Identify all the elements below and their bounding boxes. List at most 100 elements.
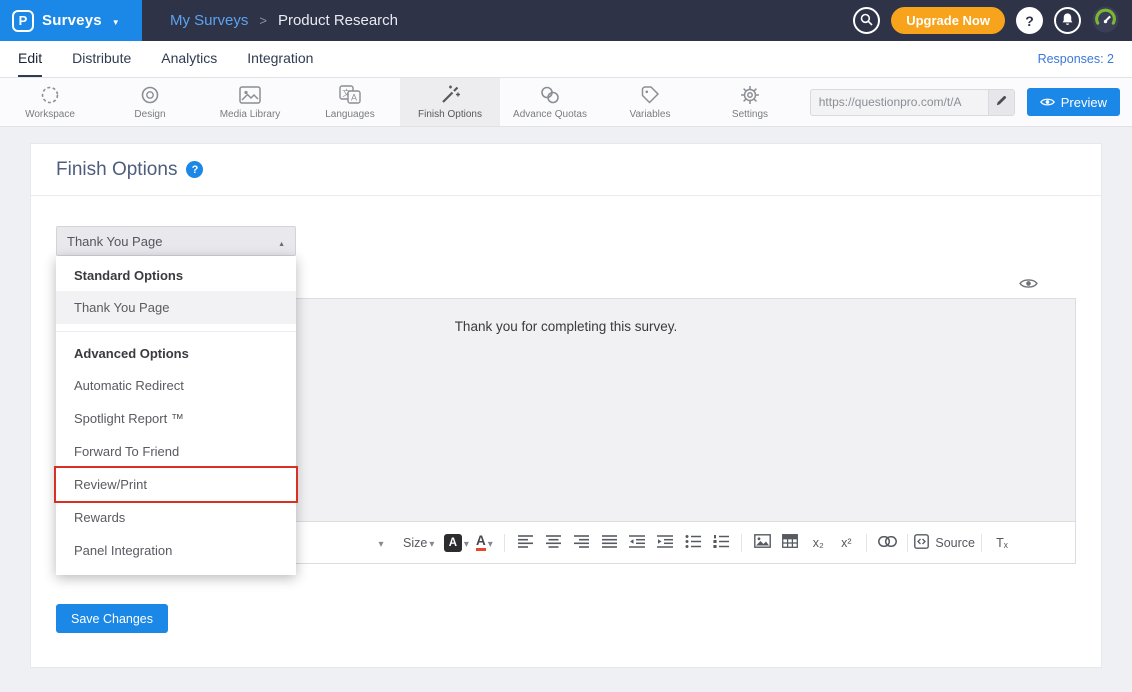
toolbar-separator [504,534,505,552]
notifications-button[interactable] [1054,7,1081,34]
image-icon [754,534,771,551]
menu-item-forward-to-friend[interactable]: Forward To Friend [56,435,296,468]
numbered-list-icon [713,535,729,551]
align-left-icon [518,535,533,551]
tab-edit[interactable]: Edit [18,41,42,77]
menu-item-automatic-redirect[interactable]: Automatic Redirect [56,369,296,402]
usage-meter-button[interactable] [1092,7,1119,34]
breadcrumb: My Surveys > Product Research [170,12,398,29]
card-header: Finish Options ? [31,144,1101,196]
survey-url-area: https://questionpro.com/t/A [810,89,1015,116]
numbered-list-button[interactable] [707,530,735,556]
chevron-down-icon [429,535,434,550]
breadcrumb-my-surveys[interactable]: My Surveys [170,12,248,29]
font-size-dropdown[interactable]: Size [403,530,434,556]
superscript-button[interactable]: x² [832,530,860,556]
align-right-icon [574,535,589,551]
toolbar-item-languages[interactable]: 文A Languages [300,78,400,126]
search-icon [860,13,873,29]
content-area: Finish Options ? Thank You Page Standard… [0,127,1132,692]
page-title: Finish Options [56,159,177,181]
finish-options-card: Finish Options ? Thank You Page Standard… [30,143,1102,668]
insert-table-button[interactable] [776,530,804,556]
tab-integration[interactable]: Integration [247,41,313,77]
chain-links-icon [539,85,561,105]
text-color-icon: A [476,534,486,552]
background-color-icon: A [444,534,462,552]
toolbar-item-media-library[interactable]: Media Library [200,78,300,126]
page-help-button[interactable]: ? [186,161,203,178]
table-icon [782,534,798,551]
question-mark-icon: ? [1025,13,1034,29]
menu-item-thank-you-page[interactable]: Thank You Page [56,291,296,324]
responses-count[interactable]: Responses: 2 [1038,52,1114,66]
survey-section-tabs: Edit Distribute Analytics Integration Re… [0,41,1132,78]
bell-icon [1060,12,1075,30]
format-dropdown[interactable] [367,530,395,556]
insert-image-button[interactable] [748,530,776,556]
chevron-down-icon [110,12,120,30]
product-switcher[interactable]: P Surveys [0,0,142,41]
menu-item-review-print[interactable]: Review/Print [56,468,296,501]
align-center-button[interactable] [539,530,567,556]
media-library-icon [239,85,261,105]
justify-button[interactable] [595,530,623,556]
text-color-button[interactable]: A [470,530,498,556]
upgrade-now-button[interactable]: Upgrade Now [891,7,1005,34]
subscript-button[interactable]: x₂ [804,530,832,556]
align-left-button[interactable] [511,530,539,556]
questionpro-logo-icon: P [12,10,34,32]
bulleted-list-icon [685,535,701,551]
menu-item-spotlight-report[interactable]: Spotlight Report ™ [56,402,296,435]
pencil-icon [996,93,1007,111]
tag-icon [640,85,660,105]
top-bar: P Surveys My Surveys > Product Research … [0,0,1132,41]
menu-item-panel-integration[interactable]: Panel Integration [56,534,296,567]
source-button[interactable]: Source [914,530,975,556]
toolbar-item-finish-options[interactable]: Finish Options [400,78,500,126]
toolbar-item-settings[interactable]: Settings [700,78,800,126]
chevron-down-icon [378,535,383,550]
finish-option-menu: Standard Options Thank You Page Advanced… [56,256,296,575]
bulleted-list-button[interactable] [679,530,707,556]
align-right-button[interactable] [567,530,595,556]
toolbar-item-design[interactable]: Design [100,78,200,126]
chevron-down-icon [464,535,469,550]
survey-url-text: https://questionpro.com/t/A [811,95,988,109]
toolbar-separator [866,534,867,552]
justify-icon [602,535,617,551]
gear-icon [740,85,760,105]
breadcrumb-separator: > [259,13,267,28]
increase-indent-button[interactable] [651,530,679,556]
tab-analytics[interactable]: Analytics [161,41,217,77]
toolbar-item-advance-quotas[interactable]: Advance Quotas [500,78,600,126]
decrease-indent-button[interactable] [623,530,651,556]
finish-option-select[interactable]: Thank You Page [56,226,296,256]
breadcrumb-current-survey: Product Research [278,12,398,29]
align-center-icon [546,535,561,551]
menu-item-rewards[interactable]: Rewards [56,501,296,534]
indent-icon [657,535,673,551]
toggle-editor-preview-button[interactable] [1019,277,1038,293]
menu-group-advanced-options: Advanced Options [56,334,296,369]
save-changes-button[interactable]: Save Changes [56,604,168,633]
preview-button[interactable]: Preview [1027,88,1120,116]
product-name: Surveys [42,12,102,29]
questionpro-app: P Surveys My Surveys > Product Research … [0,0,1132,692]
remove-format-button[interactable]: Tₓ [988,530,1016,556]
search-button[interactable] [853,7,880,34]
menu-divider [56,331,296,332]
toolbar-item-variables[interactable]: Variables [600,78,700,126]
tab-distribute[interactable]: Distribute [72,41,131,77]
background-color-button[interactable]: A [442,530,470,556]
insert-link-button[interactable] [873,530,901,556]
gauge-icon [1092,6,1119,36]
subscript-icon: x₂ [813,536,824,550]
help-button[interactable]: ? [1016,7,1043,34]
remove-format-icon: Tₓ [996,536,1008,550]
edit-url-button[interactable] [988,90,1014,115]
select-value: Thank You Page [67,234,162,249]
toolbar-item-workspace[interactable]: Workspace [0,78,100,126]
edit-toolbar: Workspace Design Media Library 文A Langua… [0,78,1132,127]
survey-url-field[interactable]: https://questionpro.com/t/A [810,89,1015,116]
